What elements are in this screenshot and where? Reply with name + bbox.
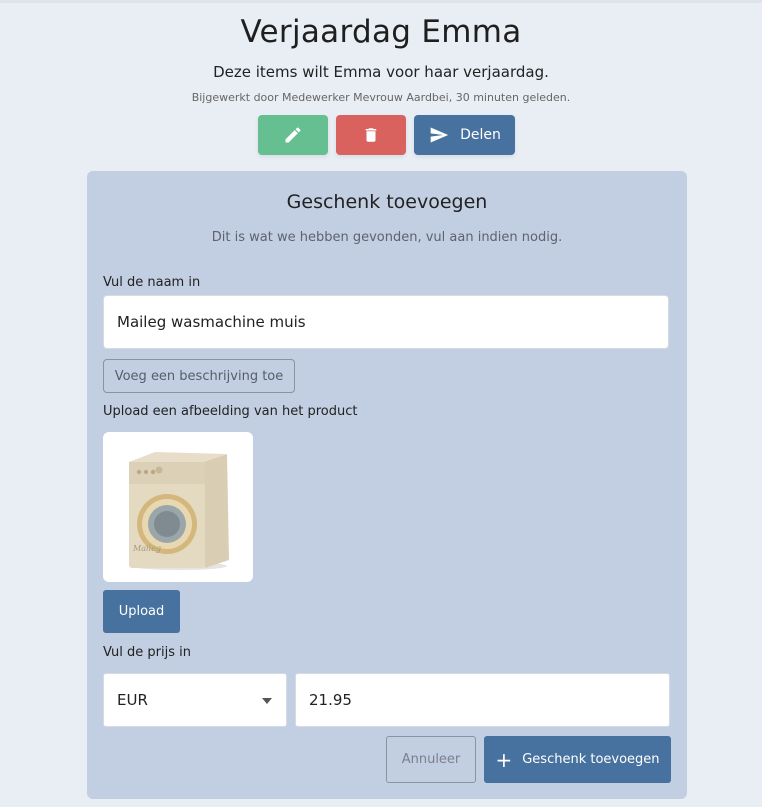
add-gift-card: Geschenk toevoegen Dit is wat we hebben … xyxy=(87,171,687,799)
trash-icon xyxy=(365,128,377,142)
page-title: Verjaardag Emma xyxy=(240,14,522,50)
plus-icon: + xyxy=(495,747,513,772)
upload-button[interactable]: Upload xyxy=(103,590,180,633)
washing-machine-image: Maileg xyxy=(129,452,229,570)
image-brand: Maileg xyxy=(132,544,161,553)
currency-select[interactable]: EUR xyxy=(103,673,287,727)
share-button[interactable]: Delen xyxy=(414,115,515,155)
currency-value: EUR xyxy=(117,691,148,709)
edit-button[interactable] xyxy=(258,115,328,155)
add-gift-button[interactable]: + Geschenk toevoegen xyxy=(484,736,671,783)
name-input[interactable] xyxy=(103,295,669,349)
add-description-button[interactable]: Voeg een beschrijving toe xyxy=(103,359,295,393)
updated-text: Bijgewerkt door Medewerker Mevrouw Aardb… xyxy=(191,91,571,104)
price-input[interactable] xyxy=(295,673,670,727)
page-subtitle: Deze items wilt Emma voor haar verjaarda… xyxy=(213,63,549,81)
card-hint: Dit is wat we hebben gevonden, vul aan i… xyxy=(211,230,563,245)
card-title: Geschenk toevoegen xyxy=(286,191,488,213)
delete-button[interactable] xyxy=(336,115,406,155)
name-label: Vul de naam in xyxy=(103,275,201,290)
cancel-button[interactable]: Annuleer xyxy=(386,736,476,783)
send-icon xyxy=(430,127,449,143)
top-border xyxy=(0,0,762,3)
share-label: Delen xyxy=(460,127,501,143)
image-label: Upload een afbeelding van het product xyxy=(103,404,358,419)
product-image: Maileg xyxy=(103,432,253,582)
chevron-down-icon xyxy=(262,698,272,704)
price-label: Vul de prijs in xyxy=(103,645,191,660)
pencil-icon xyxy=(285,127,301,143)
add-gift-label: Geschenk toevoegen xyxy=(522,752,660,767)
